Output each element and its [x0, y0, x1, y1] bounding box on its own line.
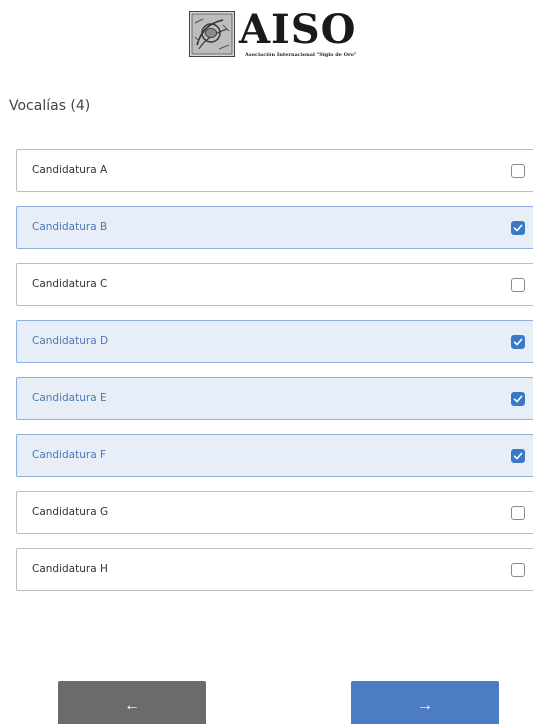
engraved-emblem-icon [189, 11, 235, 57]
checkbox[interactable] [511, 164, 525, 178]
arrow-left-icon: ← [124, 697, 140, 714]
option-label: Candidatura C [32, 278, 108, 290]
checkbox[interactable] [511, 221, 525, 235]
next-button[interactable]: → [351, 681, 499, 724]
option-label: Candidatura D [32, 335, 109, 347]
logo-subtitle: Asociación Internacional "Siglo de Oro" [245, 52, 357, 58]
checkmark-icon [513, 338, 523, 346]
option-candidatura-f[interactable]: Candidatura F [16, 434, 533, 477]
checkmark-icon [513, 395, 523, 403]
option-label: Candidatura E [32, 392, 107, 404]
option-candidatura-g[interactable]: Candidatura G [16, 491, 533, 534]
aiso-logo: AISO Asociación Internacional "Siglo de … [189, 6, 365, 62]
option-candidatura-b[interactable]: Candidatura B [16, 206, 533, 249]
option-label: Candidatura G [32, 506, 109, 518]
option-label: Candidatura F [32, 449, 107, 461]
checkbox[interactable] [511, 278, 525, 292]
checkbox[interactable] [511, 506, 525, 520]
option-candidatura-c[interactable]: Candidatura C [16, 263, 533, 306]
option-label: Candidatura A [32, 164, 108, 176]
checkbox[interactable] [511, 563, 525, 577]
logo-name: AISO [239, 6, 357, 53]
option-label: Candidatura H [32, 563, 108, 575]
option-label: Candidatura B [32, 221, 108, 233]
previous-button[interactable]: ← [58, 681, 206, 724]
checkbox[interactable] [511, 449, 525, 463]
checkmark-icon [513, 452, 523, 460]
ballot-page: AISO Asociación Internacional "Siglo de … [0, 0, 533, 724]
checkbox[interactable] [511, 335, 525, 349]
checkbox[interactable] [511, 392, 525, 406]
checkmark-icon [513, 224, 523, 232]
option-candidatura-h[interactable]: Candidatura H [16, 548, 533, 591]
option-candidatura-d[interactable]: Candidatura D [16, 320, 533, 363]
option-candidatura-e[interactable]: Candidatura E [16, 377, 533, 420]
option-candidatura-a[interactable]: Candidatura A [16, 149, 533, 192]
arrow-right-icon: → [417, 697, 433, 714]
section-title: Vocalías (4) [9, 98, 91, 114]
